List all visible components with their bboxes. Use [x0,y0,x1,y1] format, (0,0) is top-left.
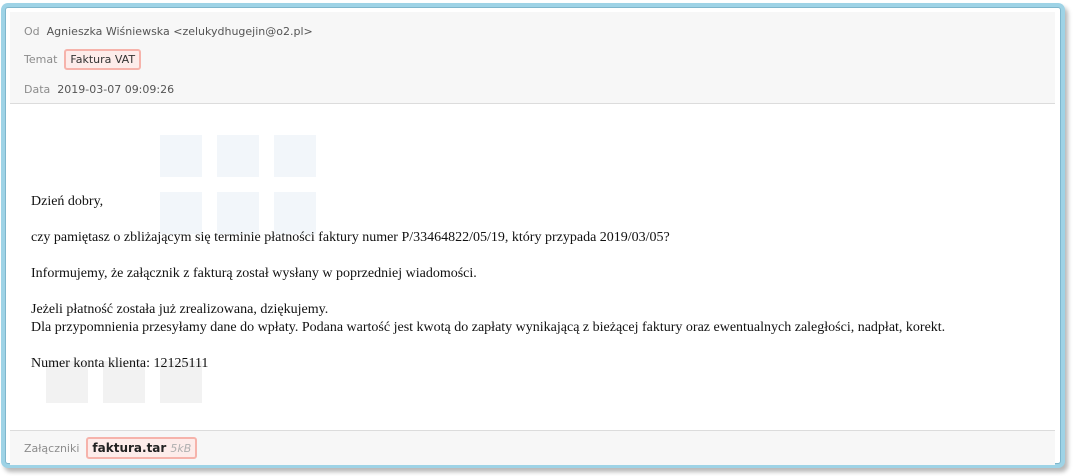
attachment-name[interactable]: faktura.tar [92,441,166,455]
background-tile [274,135,316,177]
account-number: Numer konta klienta: 12125111 [31,356,209,371]
attachment-item[interactable]: faktura.tar 5kB [86,437,198,459]
email-header: Od Agnieszka Wiśniewska <zelukydhugejin@… [10,12,1055,104]
from-row: Od Agnieszka Wiśniewska <zelukydhugejin@… [24,21,313,41]
subject-row: Temat Faktura VAT [24,48,142,70]
attachments-bar: Załączniki faktura.tar 5kB [10,430,1055,465]
attachment-size: 5kB [170,441,192,455]
paragraph-paid-thanks: Jeżeli płatność została już zrealizowana… [31,302,329,317]
subject-badge: Faktura VAT [64,48,142,70]
sender[interactable]: Agnieszka Wiśniewska <zelukydhugejin@o2.… [47,25,313,38]
subject-label: Temat [24,52,58,66]
date-label: Data [24,82,51,96]
attachments-label: Załączniki [24,441,80,455]
background-tile [217,135,259,177]
paragraph-payment-details: Dla przypomnienia przesyłamy dane do wpł… [31,320,946,335]
email-viewer: Od Agnieszka Wiśniewska <zelukydhugejin@… [10,12,1055,465]
attachments-row: Załączniki faktura.tar 5kB [24,437,198,459]
greeting: Dzień dobry, [31,194,104,209]
paragraph-attachment-info: Informujemy, że załącznik z fakturą zost… [31,266,477,281]
date-value: 2019-03-07 09:09:26 [57,82,175,96]
message-body: Dzień dobry, czy pamiętasz o zbliżającym… [10,104,1055,429]
date-row: Data 2019-03-07 09:09:26 [24,79,174,99]
paragraph-reminder: czy pamiętasz o zbliżającym się terminie… [31,230,670,245]
message-text: Dzień dobry, czy pamiętasz o zbliżającym… [31,193,1041,373]
background-tile [160,135,202,177]
from-label: Od [24,24,40,38]
